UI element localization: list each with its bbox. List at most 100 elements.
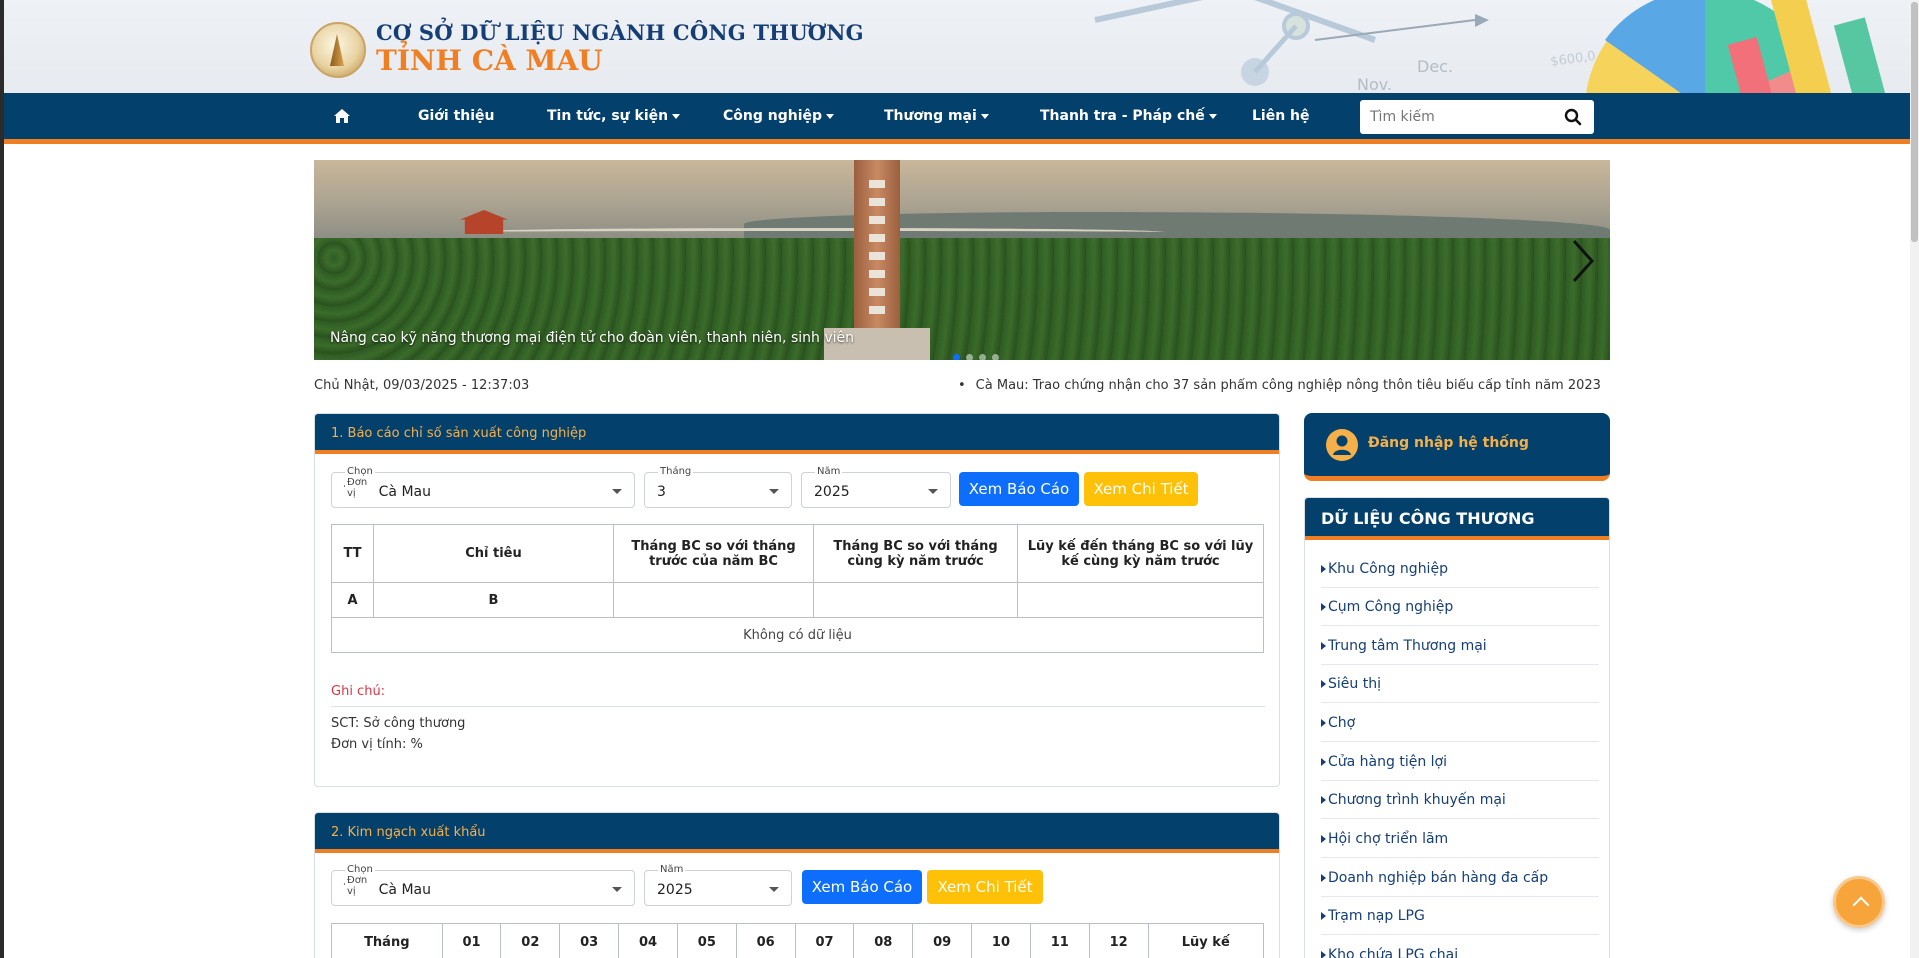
site-logo[interactable] [310, 22, 366, 78]
page-scrollbar-thumb[interactable] [1911, 2, 1918, 242]
slider-dot[interactable] [992, 354, 999, 360]
sidebar-item-trung-tam-thuong-mai[interactable]: Trung tâm Thương mại [1321, 627, 1599, 665]
slider-dot[interactable] [953, 354, 960, 360]
table-cell [1017, 582, 1264, 618]
caret-down-icon [980, 113, 989, 119]
column-header: 01 [441, 923, 502, 958]
current-datetime: Chủ Nhật, 09/03/2025 - 12:37:03 [314, 378, 530, 393]
industrial-index-table: TT Chỉ tiêu Tháng BC so với tháng trước … [331, 524, 1264, 653]
header-chart-decoration: Nov. Dec. $600,0 [1094, 0, 1889, 93]
slide-image-bridge [464, 228, 1164, 236]
header-art-label: Nov. [1357, 75, 1392, 93]
nav-label: Tin tức, sự kiện [547, 108, 669, 124]
view-detail-button[interactable]: Xem Chi Tiết [927, 870, 1043, 904]
export-turnover-table: Tháng 01 02 03 04 05 06 07 08 09 10 11 1… [331, 923, 1265, 958]
column-header: 04 [618, 923, 678, 958]
sidebar-item-cho[interactable]: Chợ [1321, 704, 1599, 742]
table-row: Không có dữ liệu [331, 617, 1264, 653]
search-box [1360, 100, 1594, 134]
field-label: Năm [658, 864, 686, 875]
sidebar-data-panel: DỮ LIỆU CÔNG THƯƠNG Khu Công nghiệp Cụm … [1304, 497, 1610, 958]
table-cell [613, 582, 814, 618]
panel-export-turnover: 2. Kim ngạch xuất khẩu Chọn Đơn vị Tỉnh … [314, 812, 1280, 958]
news-ticker: Cà Mau: Trao chứng nhận cho 37 sản phẩm … [944, 378, 1610, 398]
year-select[interactable]: 2025 [644, 870, 792, 906]
sidebar-item-cum-cong-nghiep[interactable]: Cụm Công nghiệp [1321, 588, 1599, 626]
search-input[interactable] [1360, 100, 1550, 134]
sidebar-item-khu-cong-nghiep[interactable]: Khu Công nghiệp [1321, 550, 1599, 588]
slide-image-tower-windows [869, 170, 885, 320]
chevron-down-icon [769, 489, 779, 494]
chevron-down-icon [769, 887, 779, 892]
slider-dot[interactable] [966, 354, 973, 360]
nav-item-tin-tuc[interactable]: Tin tức, sự kiện [547, 93, 681, 139]
sidebar-item-kho-chua-lpg[interactable]: Kho chứa LPG chai [1321, 936, 1599, 958]
nav-item-cong-nghiep[interactable]: Công nghiệp [723, 93, 835, 139]
header-art-label: $600,0 [1549, 49, 1596, 70]
ticker-item[interactable]: Cà Mau: Trao chứng nhận cho 37 sản phẩm … [958, 378, 1601, 393]
caret-down-icon [1208, 113, 1217, 119]
column-header: Tháng BC so với tháng cùng kỳ năm trước [813, 524, 1018, 583]
sidebar-item-hoi-cho-trien-lam[interactable]: Hội chợ triển lãm [1321, 820, 1599, 858]
note-label: Ghi chú: [331, 684, 386, 699]
year-select[interactable]: 2025 [801, 472, 951, 508]
column-header: 10 [971, 923, 1031, 958]
column-header: Tháng [331, 923, 443, 958]
view-report-button[interactable]: Xem Báo Cáo [802, 870, 922, 904]
note-sct: SCT: Sở công thương [331, 716, 466, 731]
field-label: Năm [815, 466, 843, 477]
main-nav: Giới thiệu Tin tức, sự kiện Công nghiệp … [4, 93, 1915, 144]
column-header: 05 [676, 923, 737, 958]
view-detail-button[interactable]: Xem Chi Tiết [1084, 472, 1198, 506]
table-cell: A [331, 582, 374, 618]
sidebar-item-tram-nap-lpg[interactable]: Trạm nạp LPG [1321, 897, 1599, 935]
slider-indicators [950, 346, 1002, 360]
nav-label: Công nghiệp [723, 108, 823, 124]
nav-label: Thanh tra - Pháp chế [1040, 108, 1205, 124]
slide-caption[interactable]: Nâng cao kỹ năng thương mại điện tử cho … [330, 330, 854, 346]
sidebar-item-cua-hang-tien-loi[interactable]: Cửa hàng tiện lợi [1321, 743, 1599, 781]
month-select[interactable]: 3 [644, 472, 792, 508]
site-title-line1[interactable]: CƠ SỞ DỮ LIỆU NGÀNH CÔNG THƯƠNG [376, 20, 864, 45]
empty-message: Không có dữ liệu [331, 617, 1264, 653]
slider-dot[interactable] [979, 354, 986, 360]
column-header: TT [331, 524, 374, 583]
unit-select[interactable]: Tỉnh Cà Mau [331, 870, 635, 906]
column-header: 08 [853, 923, 914, 958]
panel-title: 2. Kim ngạch xuất khẩu [315, 813, 1279, 853]
view-report-button[interactable]: Xem Báo Cáo [959, 472, 1079, 506]
site-title-line2[interactable]: TỈNH CÀ MAU [376, 44, 603, 77]
select-value: 2025 [814, 484, 850, 500]
chevron-right-icon[interactable] [1570, 238, 1596, 284]
search-icon[interactable] [1564, 108, 1582, 126]
nav-item-thuong-mai[interactable]: Thương mại [884, 93, 989, 139]
caret-down-icon [672, 113, 681, 119]
chevron-down-icon [612, 887, 622, 892]
panel-title: 1. Báo cáo chỉ số sản xuất công nghiệp [315, 414, 1279, 454]
sidebar-item-chuong-trinh-khuyen-mai[interactable]: Chương trình khuyến mại [1321, 781, 1599, 819]
unit-select[interactable]: Tỉnh Cà Mau [331, 472, 635, 508]
nav-label: Giới thiệu [418, 108, 495, 124]
hero-slider[interactable]: Nâng cao kỹ năng thương mại điện tử cho … [314, 160, 1610, 360]
column-header: 07 [794, 923, 855, 958]
table-header-row: Tháng 01 02 03 04 05 06 07 08 09 10 11 1… [331, 923, 1265, 958]
sidebar-item-sieu-thi[interactable]: Siêu thị [1321, 665, 1599, 703]
table-header-row: TT Chỉ tiêu Tháng BC so với tháng trước … [331, 524, 1264, 583]
nav-item-lien-he[interactable]: Liên hệ [1252, 93, 1310, 139]
table-cell: B [373, 582, 614, 618]
field-label: Chọn Đơn vị [345, 466, 375, 499]
note-unit: Đơn vị tính: % [331, 737, 423, 752]
select-value: 3 [657, 484, 666, 500]
column-header: 11 [1029, 923, 1090, 958]
scroll-to-top-button[interactable] [1833, 876, 1885, 928]
user-silhouette-icon [1333, 435, 1351, 455]
sidebar-item-doanh-nghiep-da-cap[interactable]: Doanh nghiệp bán hàng đa cấp [1321, 859, 1599, 897]
login-label: Đăng nhập hệ thống [1368, 435, 1529, 451]
column-header: 03 [559, 923, 620, 958]
login-card[interactable]: Đăng nhập hệ thống [1304, 413, 1610, 481]
nav-item-gioi-thieu[interactable]: Giới thiệu [418, 93, 495, 139]
nav-item-thanh-tra[interactable]: Thanh tra - Pháp chế [1040, 93, 1217, 139]
note-divider [331, 706, 1265, 707]
home-icon[interactable] [333, 107, 351, 125]
chevron-down-icon [612, 489, 622, 494]
